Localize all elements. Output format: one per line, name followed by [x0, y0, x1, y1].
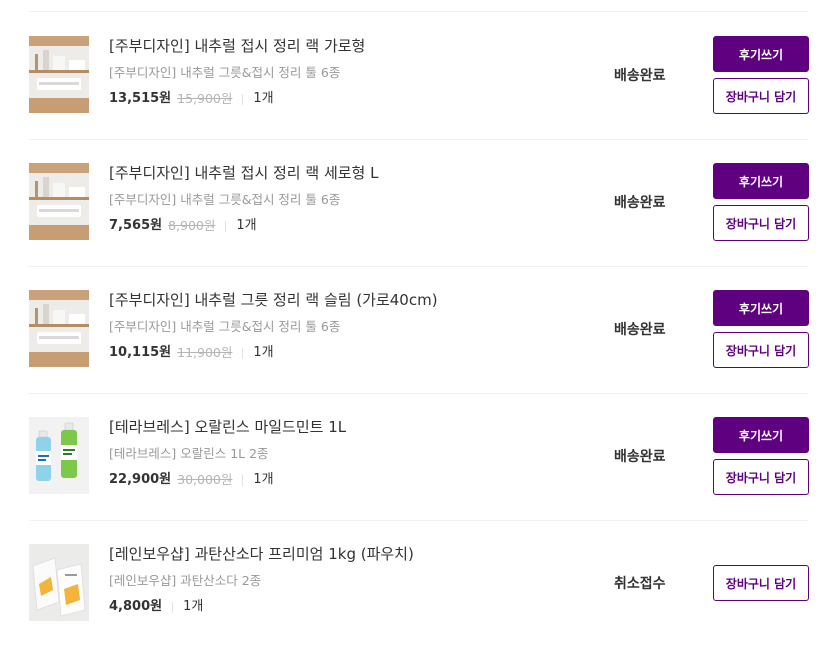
- write-review-button[interactable]: 후기쓰기: [713, 163, 809, 199]
- write-review-button[interactable]: 후기쓰기: [713, 290, 809, 326]
- meta-divider: [242, 474, 244, 486]
- quantity: 1개: [253, 91, 274, 106]
- order-item-row: [주부디자인] 내추럴 접시 정리 랙 세로형 L [주부디자인] 내추럴 그릇…: [29, 139, 809, 267]
- quantity: 1개: [253, 472, 274, 487]
- dish-rack-product-image[interactable]: [29, 36, 89, 113]
- quantity: 1개: [236, 218, 257, 233]
- product-name[interactable]: [레인보우샵] 과탄산소다 프리미엄 1kg (파우치): [109, 544, 579, 564]
- quantity: 1개: [183, 599, 204, 614]
- order-item-row: [레인보우샵] 과탄산소다 프리미엄 1kg (파우치) [레인보우샵] 과탄산…: [29, 520, 809, 647]
- meta-divider: [242, 93, 244, 105]
- original-price: 15,900원: [177, 91, 233, 106]
- original-price: 11,900원: [177, 345, 233, 360]
- dish-rack-product-image[interactable]: [29, 290, 89, 367]
- original-price: 8,900원: [168, 218, 216, 233]
- order-status: 배송완료: [614, 195, 666, 211]
- product-option: [레인보우샵] 과탄산소다 2종: [109, 573, 262, 588]
- order-status: 배송완료: [614, 68, 666, 84]
- order-status: 배송완료: [614, 449, 666, 465]
- product-name[interactable]: [테라브레스] 오랄린스 마일드민트 1L: [109, 417, 579, 437]
- order-status: 배송완료: [614, 322, 666, 338]
- product-name[interactable]: [주부디자인] 내추럴 그릇 정리 랙 슬림 (가로40cm): [109, 290, 579, 310]
- product-name[interactable]: [주부디자인] 내추럴 접시 정리 랙 세로형 L: [109, 163, 579, 183]
- quantity: 1개: [253, 345, 274, 360]
- sale-price: 10,115원: [109, 345, 172, 360]
- meta-divider: [242, 347, 244, 359]
- mouthwash-bottles-image[interactable]: [29, 417, 89, 494]
- order-item-row: [주부디자인] 내추럴 그릇 정리 랙 슬림 (가로40cm) [주부디자인] …: [29, 266, 809, 394]
- sale-price: 13,515원: [109, 91, 172, 106]
- dish-rack-product-image[interactable]: [29, 163, 89, 240]
- sale-price: 4,800원: [109, 599, 163, 614]
- write-review-button[interactable]: 후기쓰기: [713, 36, 809, 72]
- add-to-cart-button[interactable]: 장바구니 담기: [713, 459, 809, 495]
- pouch-product-image[interactable]: [29, 544, 89, 621]
- sale-price: 22,900원: [109, 472, 172, 487]
- sale-price: 7,565원: [109, 218, 163, 233]
- meta-divider: [172, 601, 174, 613]
- add-to-cart-button[interactable]: 장바구니 담기: [713, 332, 809, 368]
- product-name[interactable]: [주부디자인] 내추럴 접시 정리 랙 가로형: [109, 36, 579, 56]
- product-option: [테라브레스] 오랄린스 1L 2종: [109, 446, 269, 461]
- product-option: [주부디자인] 내추럴 그릇&접시 정리 툴 6종: [109, 319, 341, 334]
- write-review-button[interactable]: 후기쓰기: [713, 417, 809, 453]
- add-to-cart-button[interactable]: 장바구니 담기: [713, 78, 809, 114]
- order-item-row: [테라브레스] 오랄린스 마일드민트 1L [테라브레스] 오랄린스 1L 2종…: [29, 393, 809, 521]
- add-to-cart-button[interactable]: 장바구니 담기: [713, 565, 809, 601]
- original-price: 30,000원: [177, 472, 233, 487]
- meta-divider: [225, 220, 227, 232]
- product-option: [주부디자인] 내추럴 그릇&접시 정리 툴 6종: [109, 65, 341, 80]
- product-option: [주부디자인] 내추럴 그릇&접시 정리 툴 6종: [109, 192, 341, 207]
- add-to-cart-button[interactable]: 장바구니 담기: [713, 205, 809, 241]
- order-status: 취소접수: [614, 576, 666, 592]
- order-item-row: [주부디자인] 내추럴 접시 정리 랙 가로형 [주부디자인] 내추럴 그릇&접…: [29, 12, 809, 140]
